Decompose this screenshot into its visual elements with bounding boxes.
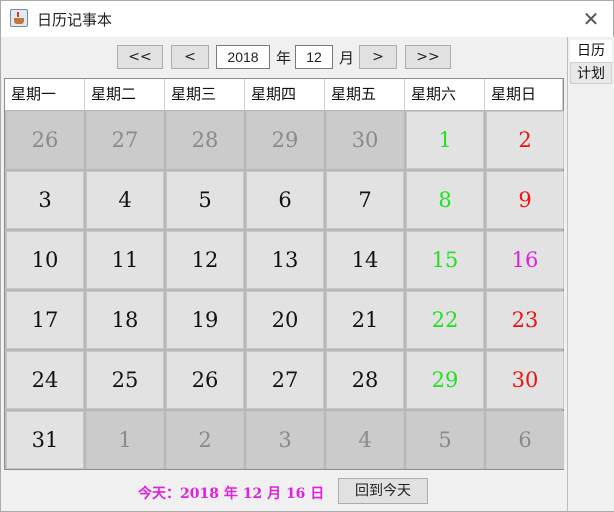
day-cell-other-month[interactable]: 29 — [246, 111, 324, 169]
day-cell[interactable]: 5 — [166, 171, 244, 229]
navigation-bar: << < 2018 年 12 月 > >> — [1, 45, 567, 73]
tab-plan[interactable]: 计划 — [570, 62, 612, 84]
day-cell[interactable]: 13 — [246, 231, 324, 289]
day-cell[interactable]: 21 — [326, 291, 404, 349]
day-cell[interactable]: 29 — [406, 351, 484, 409]
day-cell[interactable]: 11 — [86, 231, 164, 289]
day-cell[interactable]: 17 — [6, 291, 84, 349]
prev-year-button[interactable]: << — [117, 45, 163, 69]
day-cell[interactable]: 4 — [86, 171, 164, 229]
day-cell[interactable]: 2 — [486, 111, 564, 169]
day-cell[interactable]: 14 — [326, 231, 404, 289]
day-cell[interactable]: 31 — [6, 411, 84, 469]
day-cell[interactable]: 10 — [6, 231, 84, 289]
java-app-icon — [10, 9, 28, 27]
weekday-header: 星期六 — [405, 79, 485, 110]
day-cell[interactable]: 24 — [6, 351, 84, 409]
day-cell[interactable]: 12 — [166, 231, 244, 289]
today-text: 今天：2018 年 12 月 16 日 — [138, 486, 325, 502]
app-window: 日历记事本 ✕ << < 2018 年 12 月 > >> 星期一 星期二 星期三星… — [0, 0, 614, 512]
prev-month-button[interactable]: < — [171, 45, 209, 69]
side-tabs: 日历 计划 — [567, 37, 614, 511]
day-cell[interactable]: 23 — [486, 291, 564, 349]
day-cell-other-month[interactable]: 26 — [6, 111, 84, 169]
day-cell[interactable]: 19 — [166, 291, 244, 349]
calendar-panel: << < 2018 年 12 月 > >> 星期一 星期二 星期三 星期四 星期五 星期六… — [1, 37, 567, 511]
day-cell-other-month[interactable]: 27 — [86, 111, 164, 169]
day-cell[interactable]: 7 — [326, 171, 404, 229]
day-cell-other-month[interactable]: 2 — [166, 411, 244, 469]
day-cell[interactable]: 6 — [246, 171, 324, 229]
day-cell[interactable]: 20 — [246, 291, 324, 349]
weekday-header: 星期一 — [5, 79, 85, 110]
footer: 今天：2018 年 12 月 16 日 回到今天 — [1, 477, 567, 507]
day-cell[interactable]: 22 — [406, 291, 484, 349]
day-cell[interactable]: 27 — [246, 351, 324, 409]
day-cell-other-month[interactable]: 3 — [246, 411, 324, 469]
day-cell-other-month[interactable]: 28 — [166, 111, 244, 169]
day-cell[interactable]: 16 — [486, 231, 564, 289]
day-cell[interactable]: 28 — [326, 351, 404, 409]
month-label: 月 — [339, 49, 355, 67]
day-cell[interactable]: 15 — [406, 231, 484, 289]
tab-calendar[interactable]: 日历 — [570, 40, 612, 62]
window-title: 日历记事本 — [37, 11, 113, 29]
day-cell-other-month[interactable]: 4 — [326, 411, 404, 469]
weekday-header: 星期二 — [85, 79, 165, 110]
weekday-header: 星期五 — [325, 79, 405, 110]
year-label: 年 — [276, 49, 292, 67]
day-cell-other-month[interactable]: 1 — [86, 411, 164, 469]
day-cell[interactable]: 9 — [486, 171, 564, 229]
day-cell[interactable]: 18 — [86, 291, 164, 349]
close-icon[interactable]: ✕ — [579, 7, 603, 31]
day-cell[interactable]: 8 — [406, 171, 484, 229]
day-cell[interactable]: 26 — [166, 351, 244, 409]
weekday-header: 星期三 — [165, 79, 245, 110]
month-field[interactable]: 12 — [295, 45, 333, 69]
day-cell[interactable]: 25 — [86, 351, 164, 409]
day-cell[interactable]: 3 — [6, 171, 84, 229]
weekday-header: 星期四 — [245, 79, 325, 110]
weekday-header: 星期日 — [485, 79, 563, 110]
day-cell-other-month[interactable]: 5 — [406, 411, 484, 469]
year-field[interactable]: 2018 — [216, 45, 270, 69]
day-cell[interactable]: 1 — [406, 111, 484, 169]
back-to-today-button[interactable]: 回到今天 — [338, 478, 428, 504]
next-year-button[interactable]: >> — [405, 45, 451, 69]
day-cell-other-month[interactable]: 30 — [326, 111, 404, 169]
day-cell-other-month[interactable]: 6 — [486, 411, 564, 469]
day-cell[interactable]: 30 — [486, 351, 564, 409]
next-month-button[interactable]: > — [359, 45, 397, 69]
title-bar: 日历记事本 ✕ — [1, 1, 613, 37]
calendar-grid: 星期一 星期二 星期三 星期四 星期五 星期六 星期日 26 27 28 29 30 1 2 3 4 5 6 7 8 9… — [4, 78, 564, 470]
